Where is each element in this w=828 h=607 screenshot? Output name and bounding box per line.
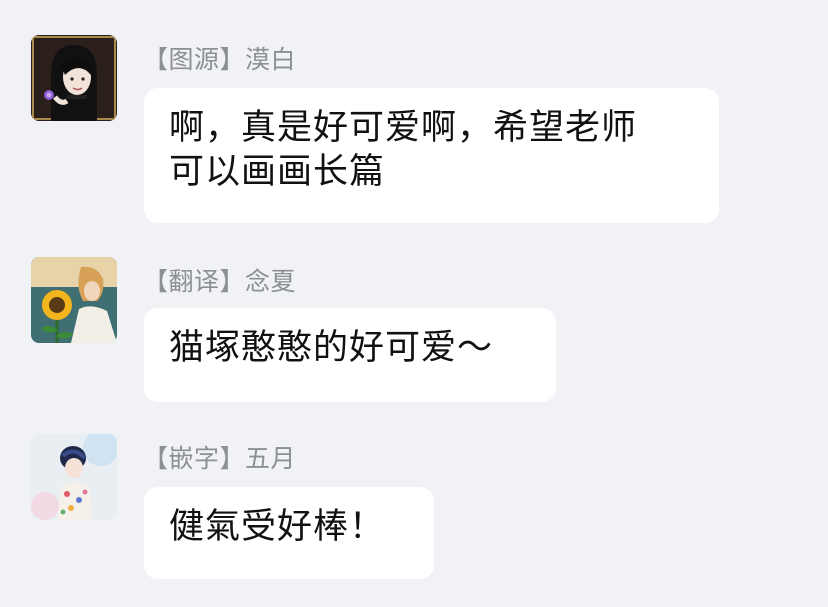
sender-name: 【嵌字】五月 — [143, 444, 297, 473]
avatar[interactable] — [31, 434, 117, 520]
chat-message-list: 【图源】漠白 啊，真是好可爱啊，希望老师 可以画画长篇 【翻译】念夏 猫塚憨憨的… — [0, 0, 828, 607]
message-text-line: 可以画画长篇 — [169, 152, 386, 192]
sender-name: 【图源】漠白 — [143, 45, 297, 74]
avatar[interactable] — [31, 257, 117, 343]
message-bubble[interactable]: 健氣受好棒！ — [144, 487, 434, 579]
sender-name: 【翻译】念夏 — [143, 267, 297, 296]
message-bubble[interactable]: 猫塚憨憨的好可爱～ — [144, 308, 556, 402]
message-text-line: 健氣受好棒！ — [169, 507, 386, 547]
avatar-image — [31, 35, 117, 121]
avatar-image — [31, 257, 117, 343]
avatar-image — [31, 434, 117, 520]
message-bubble[interactable]: 啊，真是好可爱啊，希望老师 可以画画长篇 — [144, 88, 719, 223]
avatar[interactable] — [31, 35, 117, 121]
message-text-line: 啊，真是好可爱啊，希望老师 — [169, 108, 638, 148]
message-text-line: 猫塚憨憨的好可爱～ — [169, 328, 494, 368]
